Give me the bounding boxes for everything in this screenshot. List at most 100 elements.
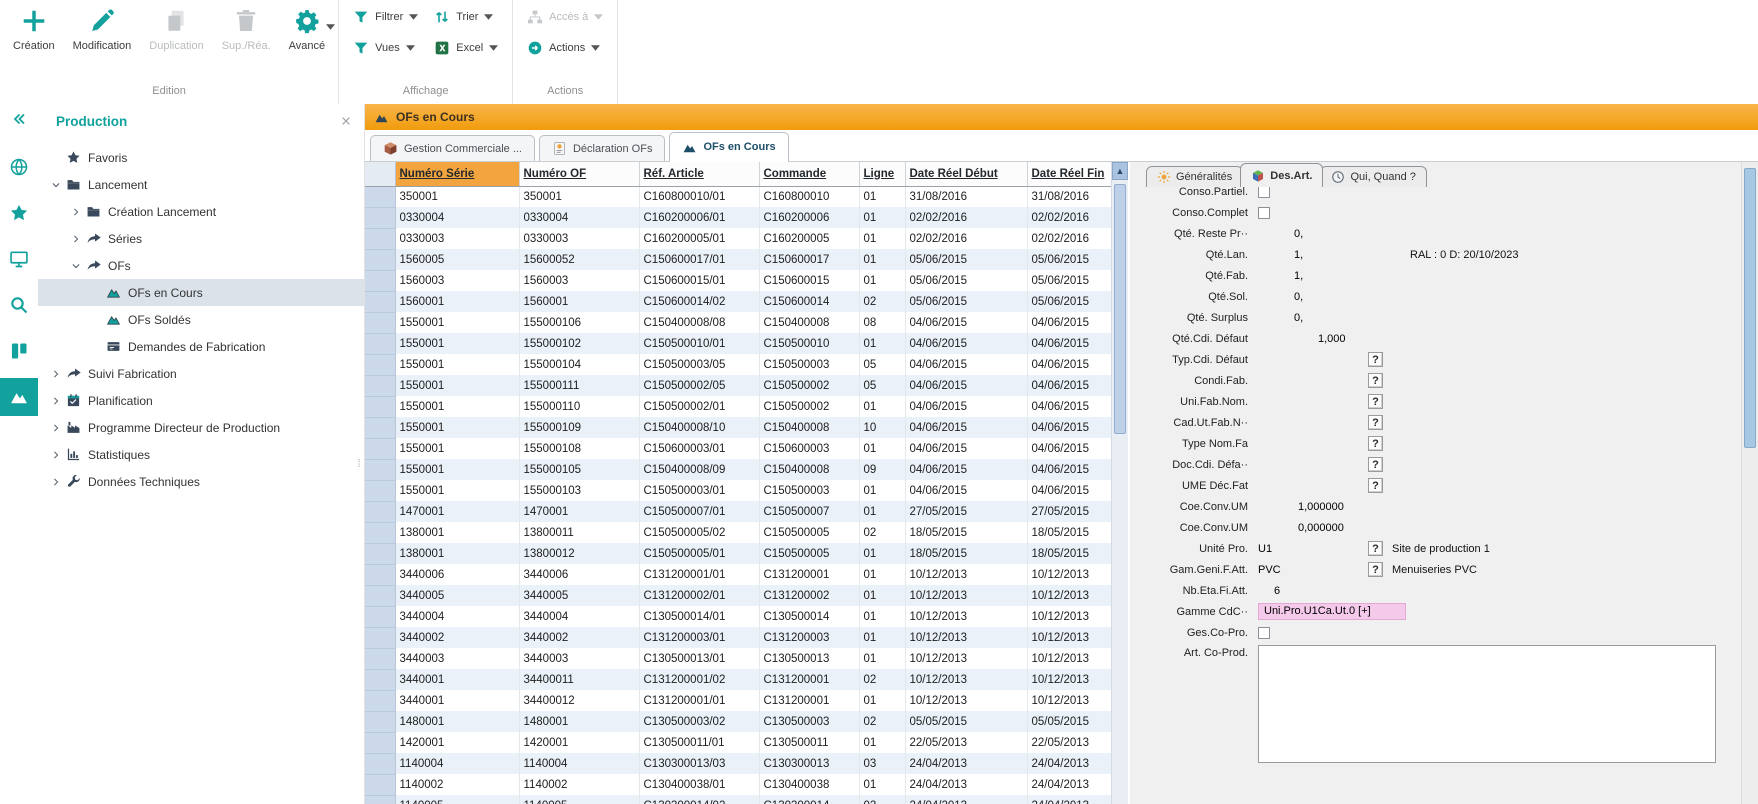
row-selector[interactable] — [365, 564, 395, 585]
checkbox[interactable] — [1258, 627, 1270, 639]
sidebar-scrollbar[interactable]: ⁞ — [354, 434, 364, 494]
panel-scrollbar[interactable] — [1741, 162, 1758, 804]
table-row[interactable]: 34400033440003C130500013/01C130500013011… — [365, 648, 1111, 669]
rail-desktop-button[interactable] — [0, 240, 38, 278]
row-selector[interactable] — [365, 186, 395, 207]
table-row[interactable]: 1550001155000110C150500002/01C1505000020… — [365, 396, 1111, 417]
table-row[interactable]: 03300040330004C160200006/01C160200006010… — [365, 207, 1111, 228]
table-row[interactable]: 1550001155000108C150600003/01C1506000030… — [365, 438, 1111, 459]
row-selector[interactable] — [365, 795, 395, 804]
tree-item-programme-directeur-de-production[interactable]: Programme Directeur de Production — [38, 414, 364, 441]
table-row[interactable]: 1550001155000109C150400008/10C1504000081… — [365, 417, 1111, 438]
avanc-button[interactable]: Avancé — [280, 2, 335, 54]
table-row[interactable]: 1550001155000111C150500002/05C1505000020… — [365, 375, 1111, 396]
row-selector[interactable] — [365, 732, 395, 753]
table-row[interactable]: 15600031560003C150600015/01C150600015010… — [365, 270, 1111, 291]
chevron-right-icon[interactable] — [48, 447, 64, 463]
column-header-commande[interactable]: Commande — [759, 162, 859, 186]
lookup-button[interactable]: ? — [1368, 352, 1383, 367]
column-header-num-ro-s-rie[interactable]: Numéro Série — [395, 162, 519, 186]
row-selector[interactable] — [365, 249, 395, 270]
table-row[interactable]: 34400063440006C131200001/01C131200001011… — [365, 564, 1111, 585]
table-row[interactable]: 34400043440004C130500014/01C130500014011… — [365, 606, 1111, 627]
tree-item-planification[interactable]: Planification — [38, 387, 364, 414]
row-selector[interactable] — [365, 753, 395, 774]
cr-ation-button[interactable]: Création — [4, 2, 64, 54]
row-selector[interactable] — [365, 459, 395, 480]
lookup-button[interactable]: ? — [1368, 457, 1383, 472]
table-row[interactable]: 34400053440005C131200002/01C131200002011… — [365, 585, 1111, 606]
tree-item-s-ries[interactable]: Séries — [38, 225, 364, 252]
trier-button[interactable]: Trier — [434, 7, 498, 27]
table-row[interactable]: 1550001155000106C150400008/08C1504000080… — [365, 312, 1111, 333]
table-row[interactable]: 15600011560001C150600014/02C150600014020… — [365, 291, 1111, 312]
lookup-button[interactable]: ? — [1368, 436, 1383, 451]
row-selector[interactable] — [365, 291, 395, 312]
row-selector[interactable] — [365, 774, 395, 795]
rail-apps-button[interactable] — [0, 148, 38, 186]
table-row[interactable]: 344000134400011C131200001/02C13120000102… — [365, 669, 1111, 690]
tree-item-cr-ation-lancement[interactable]: Création Lancement — [38, 198, 364, 225]
scroll-up-button[interactable]: ▲ — [1112, 162, 1128, 180]
tree-item-demandes-de-fabrication[interactable]: Demandes de Fabrication — [38, 333, 364, 360]
lookup-button[interactable]: ? — [1368, 394, 1383, 409]
row-selector[interactable] — [365, 228, 395, 249]
table-row[interactable]: 138000113800011C150500005/02C15050000502… — [365, 522, 1111, 543]
co-product-textarea[interactable] — [1258, 645, 1716, 763]
filtrer-button[interactable]: Filtrer — [353, 7, 418, 27]
tree-item-lancement[interactable]: Lancement — [38, 171, 364, 198]
chevron-right-icon[interactable] — [48, 393, 64, 409]
detail-tab-des-art[interactable]: Des.Art. — [1240, 163, 1323, 187]
rail-modules-button[interactable] — [0, 332, 38, 370]
checkbox[interactable] — [1258, 186, 1270, 198]
table-row[interactable]: 11400051140005C130300014/02C130300014022… — [365, 795, 1111, 804]
table-row[interactable]: 14700011470001C150500007/01C150500007012… — [365, 501, 1111, 522]
row-selector[interactable] — [365, 354, 395, 375]
rail-favorites-button[interactable] — [0, 194, 38, 232]
chevron-right-icon[interactable] — [48, 420, 64, 436]
tree-item-favoris[interactable]: Favoris — [38, 144, 364, 171]
table-row[interactable]: 156000515600052C150600017/01C15060001701… — [365, 249, 1111, 270]
chevron-right-icon[interactable] — [68, 231, 84, 247]
table-row[interactable]: 1550001155000102C150500010/01C1505000100… — [365, 333, 1111, 354]
column-header-num-ro-of[interactable]: Numéro OF — [519, 162, 639, 186]
table-row[interactable]: 1550001155000104C150500003/05C1505000030… — [365, 354, 1111, 375]
tree-item-ofs[interactable]: OFs — [38, 252, 364, 279]
row-selector[interactable] — [365, 543, 395, 564]
chevron-right-icon[interactable] — [68, 204, 84, 220]
table-scrollbar-thumb[interactable] — [1114, 184, 1126, 434]
row-selector[interactable] — [365, 648, 395, 669]
collapse-sidebar-button[interactable] — [0, 104, 38, 134]
tree-item-statistiques[interactable]: Statistiques — [38, 441, 364, 468]
tree-item-ofs-en-cours[interactable]: OFs en Cours — [38, 279, 364, 306]
row-selector[interactable] — [365, 270, 395, 291]
row-selector[interactable] — [365, 312, 395, 333]
table-row[interactable]: 350001350001C160800010/01C1608000100131/… — [365, 186, 1111, 207]
row-selector[interactable] — [365, 627, 395, 648]
table-row[interactable]: 1550001155000103C150500003/01C1505000030… — [365, 480, 1111, 501]
close-panel-button[interactable] — [340, 115, 352, 127]
row-selector[interactable] — [365, 207, 395, 228]
row-selector[interactable] — [365, 522, 395, 543]
tab-gestion-commerciale[interactable]: Gestion Commerciale ... — [370, 135, 535, 161]
row-selector[interactable] — [365, 669, 395, 690]
tree-item-ofs-sold-s[interactable]: OFs Soldés — [38, 306, 364, 333]
chevron-down-icon[interactable] — [68, 258, 84, 274]
rail-search-button[interactable] — [0, 286, 38, 324]
field-value[interactable]: Uni.Pro.U1Ca.Ut.0 [+] — [1258, 603, 1406, 620]
lookup-button[interactable]: ? — [1368, 415, 1383, 430]
tree-item-donn-es-techniques[interactable]: Données Techniques — [38, 468, 364, 495]
row-selector[interactable] — [365, 501, 395, 522]
modification-button[interactable]: Modification — [64, 2, 141, 54]
row-selector[interactable] — [365, 333, 395, 354]
lookup-button[interactable]: ? — [1368, 373, 1383, 388]
tree-item-suivi-fabrication[interactable]: Suivi Fabrication — [38, 360, 364, 387]
row-selector[interactable] — [365, 438, 395, 459]
actions-button[interactable]: Actions — [527, 38, 603, 58]
detail-tab-g-n-ralit-s[interactable]: Généralités — [1146, 166, 1243, 187]
chevron-right-icon[interactable] — [48, 474, 64, 490]
excel-button[interactable]: Excel — [434, 38, 498, 58]
column-header-r-f-article[interactable]: Réf. Article — [639, 162, 759, 186]
row-selector[interactable] — [365, 480, 395, 501]
panel-scrollbar-thumb[interactable] — [1744, 168, 1756, 448]
